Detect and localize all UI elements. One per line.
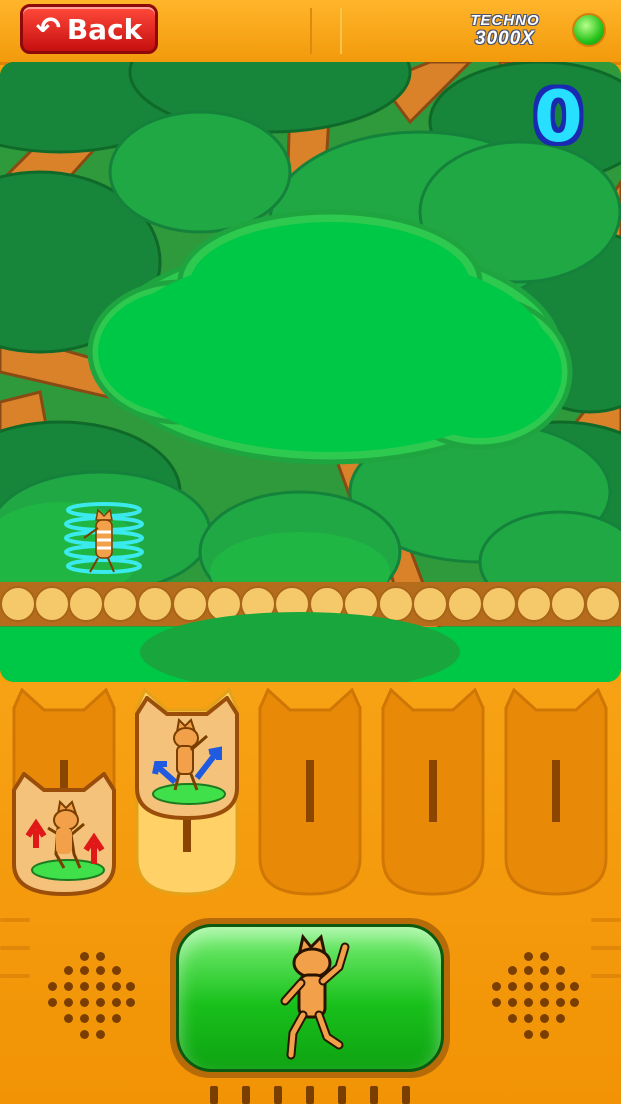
status-led	[572, 13, 606, 47]
dancing-cat-icon	[280, 933, 350, 1060]
move-card-wave[interactable]	[131, 695, 243, 821]
dance-button[interactable]	[170, 918, 450, 1078]
move-slot-4[interactable]	[377, 688, 489, 900]
score-counter: 0	[534, 76, 583, 158]
bottom-vent	[370, 1086, 378, 1104]
bar-ridge	[310, 8, 342, 54]
brand-line2: 3000X	[475, 28, 535, 49]
right-speaker-grille	[488, 950, 579, 1040]
cat-raise-arms-red-arrows-icon	[12, 771, 116, 897]
move-slot-5[interactable]	[500, 688, 612, 900]
panel-groove	[0, 918, 30, 922]
bottom-vent	[306, 1086, 314, 1104]
panel-groove	[0, 974, 30, 978]
back-label: Back	[66, 12, 143, 46]
bottom-vent	[210, 1086, 218, 1104]
panel-groove	[591, 918, 621, 922]
left-speaker-grille	[44, 950, 135, 1040]
panel-groove	[0, 946, 30, 950]
back-button[interactable]: ↶ Back	[20, 4, 158, 54]
forest-scene	[0, 62, 621, 682]
move-slot-3[interactable]	[254, 688, 366, 900]
bottom-vent	[274, 1086, 282, 1104]
cat-wave-blue-arrows-icon	[135, 695, 239, 821]
move-card-raise-arms[interactable]	[8, 771, 120, 897]
return-arrow-icon: ↶	[35, 11, 61, 46]
bottom-vent	[242, 1086, 250, 1104]
bottom-vent	[402, 1086, 410, 1104]
brand-logo: TECHNO 3000X	[455, 12, 555, 48]
game-screen: 0	[0, 62, 621, 682]
panel-groove	[591, 946, 621, 950]
bottom-vent	[338, 1086, 346, 1104]
panel-groove	[591, 974, 621, 978]
